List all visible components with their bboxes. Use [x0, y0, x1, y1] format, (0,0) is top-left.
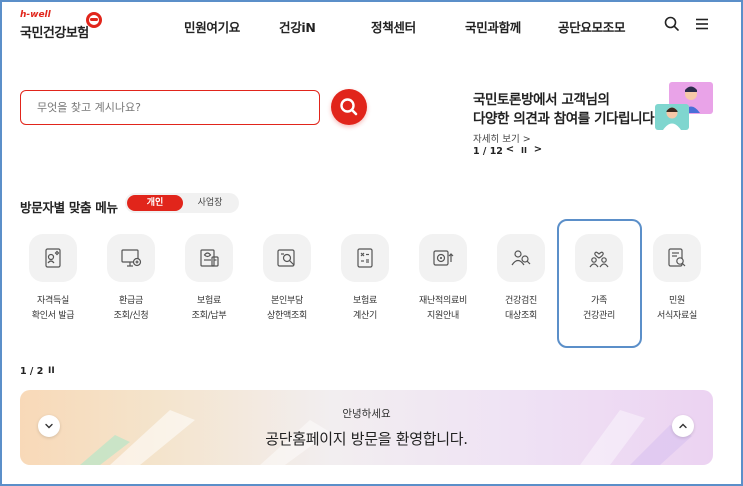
menu-item-label: 본인부담 상한액조회: [267, 296, 307, 321]
search-box: [20, 90, 320, 125]
nav-item-with-public[interactable]: 국민과함께: [465, 17, 521, 36]
notice-pager: 1 / 12: [473, 146, 503, 157]
notice-title-line2[interactable]: 다양한 의견과 참여를 기다립니다.: [473, 107, 659, 127]
menu-icon-box: [497, 234, 545, 282]
welcome-banner: 안녕하세요 공단홈페이지 방문을 환영합니다.: [20, 390, 713, 465]
menu-item-label: 재난적의료비 지원안내: [419, 296, 467, 321]
menu-item-premium-calculator[interactable]: 보험료 계산기: [333, 228, 411, 346]
menu-icon-box: [341, 234, 389, 282]
notice-prev-button[interactable]: <: [504, 144, 516, 158]
menu-item-refund[interactable]: 환급금 조회/신청: [99, 228, 177, 346]
limit-search-icon: [277, 249, 295, 267]
menu-item-label: 자격득실 확인서 발급: [31, 296, 75, 321]
nav-item-civil[interactable]: 민원여기요: [184, 17, 240, 36]
menu-item-health-checkup[interactable]: 건강검진 대상조회: [489, 228, 567, 346]
form-library-icon: [668, 248, 686, 267]
welcome-message: 공단홈페이지 방문을 환영합니다.: [265, 430, 468, 448]
menu-item-label: 보험료 계산기: [353, 296, 377, 321]
toggle-personal[interactable]: 개인: [127, 195, 183, 211]
menu-item-form-library[interactable]: 민원 서식자료실: [645, 228, 723, 346]
search-button[interactable]: [331, 89, 367, 125]
menu-icon-box: [653, 234, 701, 282]
search-icon: [340, 98, 358, 116]
menu-icon-box: [263, 234, 311, 282]
banner-collapse-button[interactable]: [672, 415, 694, 437]
medical-support-icon: [433, 250, 454, 266]
menu-icon-box: [185, 234, 233, 282]
search-icon[interactable]: [662, 14, 682, 34]
menu-pager: 1 / 2: [20, 366, 44, 377]
selection-outline: [557, 219, 642, 348]
menu-item-label: 건강검진 대상조회: [505, 296, 537, 321]
menu-item-catastrophic-medical[interactable]: 재난적의료비 지원안내: [411, 228, 489, 346]
menu-icon-box: [29, 234, 77, 282]
search-input[interactable]: [21, 91, 319, 124]
main-nav: 민원여기요 건강iN 정책센터 국민과함께 공단요모조모: [0, 17, 743, 37]
calculator-icon: [357, 248, 373, 268]
menu-item-label: 민원 서식자료실: [657, 296, 697, 321]
chevron-up-icon: [679, 423, 687, 429]
checkup-icon: [511, 250, 531, 266]
notice-pause-button[interactable]: II: [518, 146, 530, 160]
refund-monitor-icon: [121, 249, 142, 267]
menu-item-qualification[interactable]: 자격득실 확인서 발급: [21, 228, 99, 346]
menu-icon[interactable]: [692, 14, 712, 34]
notice-title-line1[interactable]: 국민토론방에서 고객님의: [473, 88, 610, 108]
menu-pause-button[interactable]: II: [48, 366, 55, 376]
menu-item-premium-payment[interactable]: 보험료 조회/납부: [177, 228, 255, 346]
payment-icon: [200, 249, 219, 267]
menu-item-label: 환급금 조회/신청: [113, 296, 149, 321]
nav-item-health-in[interactable]: 건강iN: [279, 17, 316, 36]
welcome-greeting: 안녕하세요: [342, 408, 391, 420]
notice-next-button[interactable]: >: [532, 144, 544, 158]
nav-item-policy[interactable]: 정책센터: [371, 17, 416, 36]
visitor-type-toggle: 개인 사업장: [125, 193, 239, 213]
certificate-icon: [45, 248, 61, 268]
menu-item-copay-limit[interactable]: 본인부담 상한액조회: [255, 228, 333, 346]
toggle-business[interactable]: 사업장: [183, 195, 237, 211]
nav-item-about[interactable]: 공단요모조모: [558, 17, 626, 36]
menu-item-label: 보험료 조회/납부: [191, 296, 227, 321]
discussion-illustration-icon: [655, 82, 713, 130]
menu-section-title: 방문자별 맞춤 메뉴: [20, 200, 118, 215]
menu-icon-box: [107, 234, 155, 282]
notice-more-link[interactable]: 자세히 보기 >: [473, 131, 531, 145]
menu-icon-box: [419, 234, 467, 282]
